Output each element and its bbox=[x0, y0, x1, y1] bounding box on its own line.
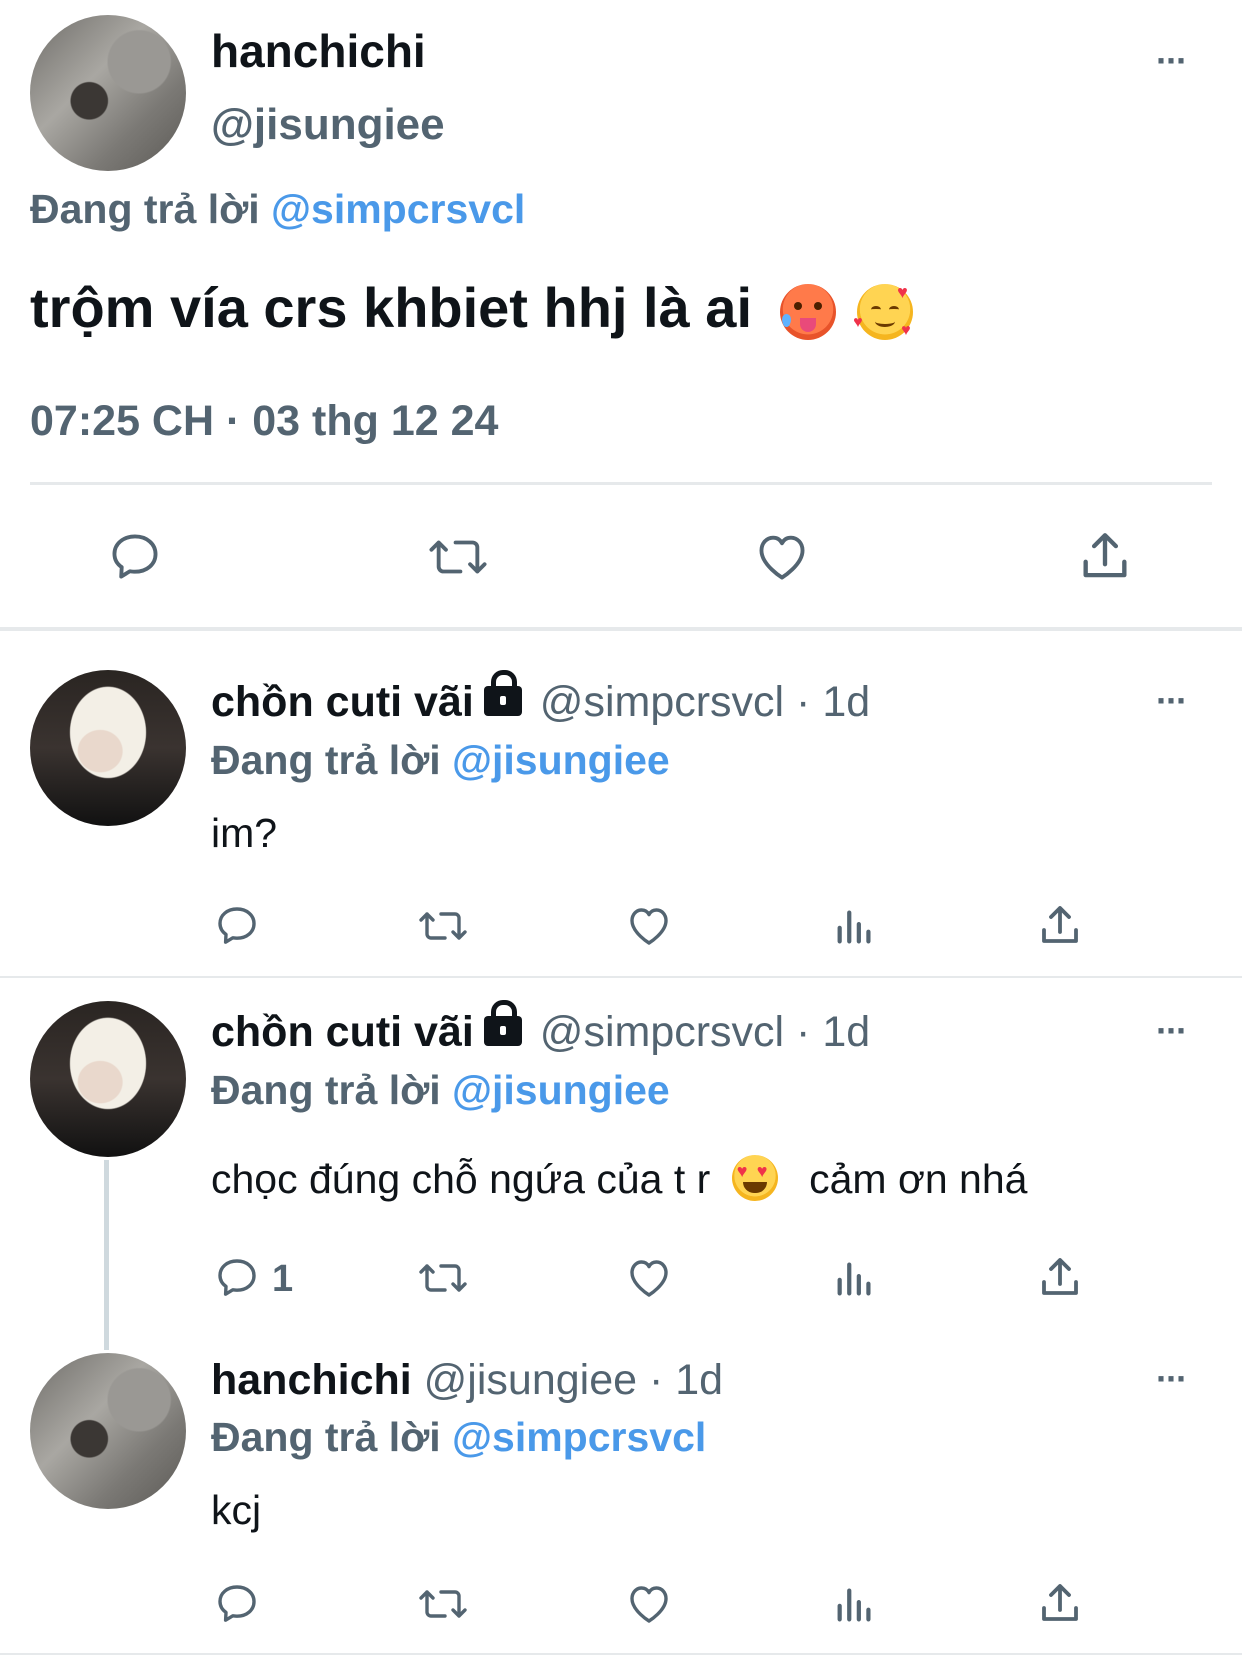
retweet-icon[interactable] bbox=[416, 1580, 470, 1628]
share-icon[interactable] bbox=[1036, 1580, 1084, 1628]
reply-to-handle[interactable]: @simpcrsvcl bbox=[271, 186, 525, 232]
avatar[interactable] bbox=[30, 670, 186, 826]
replying-to: Đang trả lời @jisungiee bbox=[211, 1067, 670, 1114]
author-handle[interactable]: @jisungiee · 1d bbox=[424, 1356, 723, 1404]
divider bbox=[0, 976, 1242, 978]
views-icon[interactable] bbox=[832, 1254, 878, 1302]
reply-prefix: Đang trả lời bbox=[211, 1414, 441, 1460]
tweet-text: trộm vía crs khbiet hhj là ai ♥ ♥ ♥ bbox=[30, 275, 914, 341]
tweet-text-start: chọc đúng chỗ ngứa của t r bbox=[211, 1156, 711, 1202]
author-handle[interactable]: @simpcrsvcl · 1d bbox=[540, 1008, 870, 1056]
author-handle[interactable]: @jisungiee bbox=[211, 100, 445, 150]
reply-header: chồn cuti vãi @simpcrsvcl · 1d bbox=[211, 669, 870, 727]
tweet-text-end: cảm ơn nhá bbox=[809, 1156, 1028, 1202]
timestamp[interactable]: 07:25 CH · 03 thg 12 24 bbox=[30, 397, 498, 446]
reply-icon[interactable] bbox=[213, 1580, 261, 1628]
reply-header: chồn cuti vãi @simpcrsvcl · 1d bbox=[211, 999, 870, 1057]
author-name[interactable]: hanchichi bbox=[211, 24, 426, 78]
reply-icon[interactable] bbox=[213, 1254, 261, 1302]
avatar[interactable] bbox=[30, 1353, 186, 1509]
retweet-icon[interactable] bbox=[425, 528, 491, 586]
avatar[interactable] bbox=[30, 1001, 186, 1157]
smiling-face-with-hearts-emoji: ♥ ♥ ♥ bbox=[853, 282, 914, 341]
more-options-icon[interactable]: ··· bbox=[1156, 1010, 1188, 1052]
author-name[interactable]: chồn cuti vãi bbox=[211, 1008, 474, 1056]
replying-to: Đang trả lời @simpcrsvcl bbox=[211, 1414, 706, 1461]
author-name[interactable]: hanchichi bbox=[211, 1356, 412, 1404]
tweet-text: kcj bbox=[211, 1487, 262, 1533]
reply-icon[interactable] bbox=[213, 902, 261, 950]
divider bbox=[0, 627, 1242, 631]
share-icon[interactable] bbox=[1036, 902, 1084, 950]
like-icon[interactable] bbox=[625, 1580, 673, 1628]
avatar[interactable] bbox=[30, 15, 186, 171]
author-name[interactable]: chồn cuti vãi bbox=[211, 678, 474, 726]
tweet-text: im? bbox=[211, 810, 278, 856]
more-options-icon[interactable]: ··· bbox=[1156, 680, 1188, 722]
reply-prefix: Đang trả lời bbox=[211, 737, 441, 783]
lock-icon bbox=[483, 999, 522, 1046]
share-icon[interactable] bbox=[1036, 1254, 1084, 1302]
reply-count: 1 bbox=[272, 1258, 294, 1300]
reply-prefix: Đang trả lời bbox=[211, 1067, 441, 1113]
reply-icon[interactable] bbox=[106, 528, 164, 586]
like-icon[interactable] bbox=[625, 1254, 673, 1302]
heart-eyes-emoji: ♥ ♥ bbox=[731, 1155, 778, 1202]
share-icon[interactable] bbox=[1076, 528, 1134, 586]
thread-line bbox=[104, 1160, 109, 1350]
more-options-icon[interactable]: ··· bbox=[1156, 1358, 1188, 1400]
retweet-icon[interactable] bbox=[416, 902, 470, 950]
tweet-text: chọc đúng chỗ ngứa của t r ♥ ♥ cảm ơn nh… bbox=[211, 1155, 1028, 1205]
like-icon[interactable] bbox=[625, 902, 673, 950]
reply-to-handle[interactable]: @simpcrsvcl bbox=[452, 1414, 706, 1460]
reply-header: hanchichi @jisungiee · 1d bbox=[211, 1356, 723, 1405]
tweet-text-content: trộm vía crs khbiet hhj là ai bbox=[30, 276, 753, 339]
divider bbox=[0, 1653, 1242, 1655]
reply-to-handle[interactable]: @jisungiee bbox=[452, 737, 670, 783]
reply-to-handle[interactable]: @jisungiee bbox=[452, 1067, 670, 1113]
replying-to: Đang trả lời @simpcrsvcl bbox=[30, 186, 525, 233]
hot-face-emoji bbox=[779, 284, 836, 341]
divider bbox=[30, 482, 1212, 485]
views-icon[interactable] bbox=[832, 902, 878, 950]
like-icon[interactable] bbox=[752, 528, 812, 586]
replying-to: Đang trả lời @jisungiee bbox=[211, 737, 670, 784]
author-handle[interactable]: @simpcrsvcl · 1d bbox=[540, 678, 870, 726]
retweet-icon[interactable] bbox=[416, 1254, 470, 1302]
lock-icon bbox=[483, 669, 522, 716]
more-options-icon[interactable]: ··· bbox=[1156, 40, 1188, 82]
reply-prefix: Đang trả lời bbox=[30, 186, 260, 232]
views-icon[interactable] bbox=[832, 1580, 878, 1628]
